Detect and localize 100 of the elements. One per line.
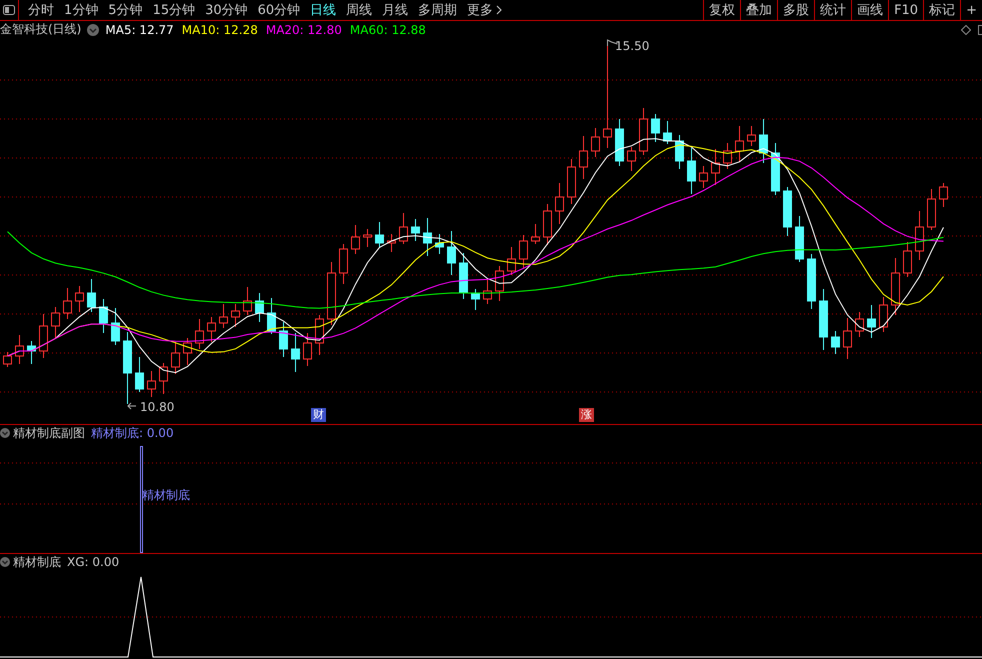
candlestick: [903, 242, 912, 278]
candlestick: [171, 342, 180, 374]
period-tab[interactable]: 5分钟: [103, 0, 148, 20]
ma-value: MA60: 12.88: [350, 22, 426, 36]
ma-value: MA5: 12.77: [105, 22, 174, 36]
ma-value: MA10: 12.28: [182, 22, 258, 36]
candlestick: [507, 246, 516, 276]
period-tab[interactable]: 日线: [305, 0, 342, 20]
candlestick: [291, 332, 300, 372]
candlestick: [675, 134, 684, 170]
candlestick: [543, 204, 552, 246]
bar-label: 精材制底: [142, 487, 190, 504]
stock-title: 金智科技(日线): [0, 21, 82, 38]
indicator-value: 精材制底: 0.00: [91, 424, 174, 442]
candlestick: [495, 266, 504, 302]
candlestick: [51, 306, 60, 338]
toolbar-button[interactable]: 多股: [777, 0, 814, 20]
candlestick: [423, 218, 432, 256]
period-tab[interactable]: 更多: [462, 0, 508, 20]
high-price-label: 15.50: [615, 39, 650, 53]
candlestick: [375, 222, 384, 248]
candlestick: [783, 186, 792, 236]
dropdown-icon[interactable]: [87, 24, 100, 36]
candlestick: [519, 234, 528, 268]
candlestick: [411, 218, 420, 242]
candlestick: [723, 142, 732, 170]
candlestick: [699, 166, 708, 188]
toolbar-button[interactable]: F10: [888, 0, 924, 20]
candlestick: [183, 338, 192, 366]
candlestick: [219, 304, 228, 328]
candlestick: [99, 298, 108, 334]
candlestick: [531, 224, 540, 244]
candlestick: [303, 332, 312, 366]
ma-value: MA20: 12.80: [266, 22, 342, 36]
candlestick: [243, 286, 252, 316]
candlestick: [159, 362, 168, 394]
candlestick: [363, 228, 372, 248]
candlestick: [891, 258, 900, 316]
toolbar-button[interactable]: 画线: [851, 0, 888, 20]
candlestick: [39, 314, 48, 358]
candlestick: [447, 230, 456, 276]
candlestick: [63, 288, 72, 320]
candlestick: [807, 254, 816, 310]
candlestick: [867, 304, 876, 338]
candlestick: [339, 244, 348, 284]
candlestick: [663, 120, 672, 144]
chevron-right-icon: [496, 5, 502, 15]
candlestick: [747, 126, 756, 146]
candlestick: [279, 322, 288, 358]
period-tab[interactable]: 30分钟: [200, 0, 253, 20]
period-tab[interactable]: 15分钟: [148, 0, 200, 20]
panel-title: 精材制底副图: [13, 424, 85, 442]
candlestick: [831, 330, 840, 354]
candlestick: [819, 288, 828, 350]
event-marker[interactable]: 涨: [579, 408, 594, 422]
candlestick: [555, 182, 564, 224]
leader-line: [607, 39, 618, 46]
candlestick: [195, 318, 204, 350]
period-tab[interactable]: 分时: [23, 0, 59, 20]
candlestick: [567, 158, 576, 204]
candlestick: [315, 314, 324, 356]
toolbar-button[interactable]: 统计: [814, 0, 852, 20]
indicator-value: XG: 0.00: [67, 555, 120, 569]
candlestick: [459, 252, 468, 300]
period-tab[interactable]: 1分钟: [59, 0, 104, 20]
candlestick: [639, 108, 648, 156]
candlestick: [771, 142, 780, 196]
candlestick: [231, 304, 240, 328]
dropdown-icon[interactable]: [0, 557, 10, 567]
candlestick: [591, 128, 600, 158]
candlestick: [579, 136, 588, 180]
period-tab[interactable]: 月线: [377, 0, 414, 20]
period-tab[interactable]: 60分钟: [252, 0, 306, 20]
panel-toggle-icon[interactable]: [3, 5, 15, 15]
event-marker[interactable]: 财: [311, 408, 326, 422]
candlestick: [879, 296, 888, 332]
toolbar-button[interactable]: 标记: [923, 0, 960, 20]
candlestick: [75, 286, 84, 312]
candlestick: [651, 114, 660, 142]
candlestick: [915, 210, 924, 260]
candlestick: [255, 292, 264, 322]
candlestick: [27, 340, 36, 364]
candlestick: [759, 118, 768, 164]
candlestick: [687, 148, 696, 194]
candlestick: [267, 298, 276, 334]
candlestick: [111, 308, 120, 346]
period-tab[interactable]: 周线: [341, 0, 378, 20]
candlestick: [87, 278, 96, 312]
toolbar-button[interactable]: 叠加: [740, 0, 778, 20]
period-tab[interactable]: 多周期: [413, 0, 462, 20]
candlestick: [327, 262, 336, 326]
leader-line: [127, 402, 136, 410]
toolbar-button[interactable]: +: [960, 0, 982, 20]
candlestick: [711, 148, 720, 186]
candlestick: [939, 182, 948, 208]
candlestick: [3, 352, 12, 368]
diamond-icon[interactable]: [961, 24, 971, 34]
dropdown-icon[interactable]: [0, 428, 10, 438]
candlestick: [351, 224, 360, 254]
toolbar-button[interactable]: 复权: [703, 0, 740, 20]
